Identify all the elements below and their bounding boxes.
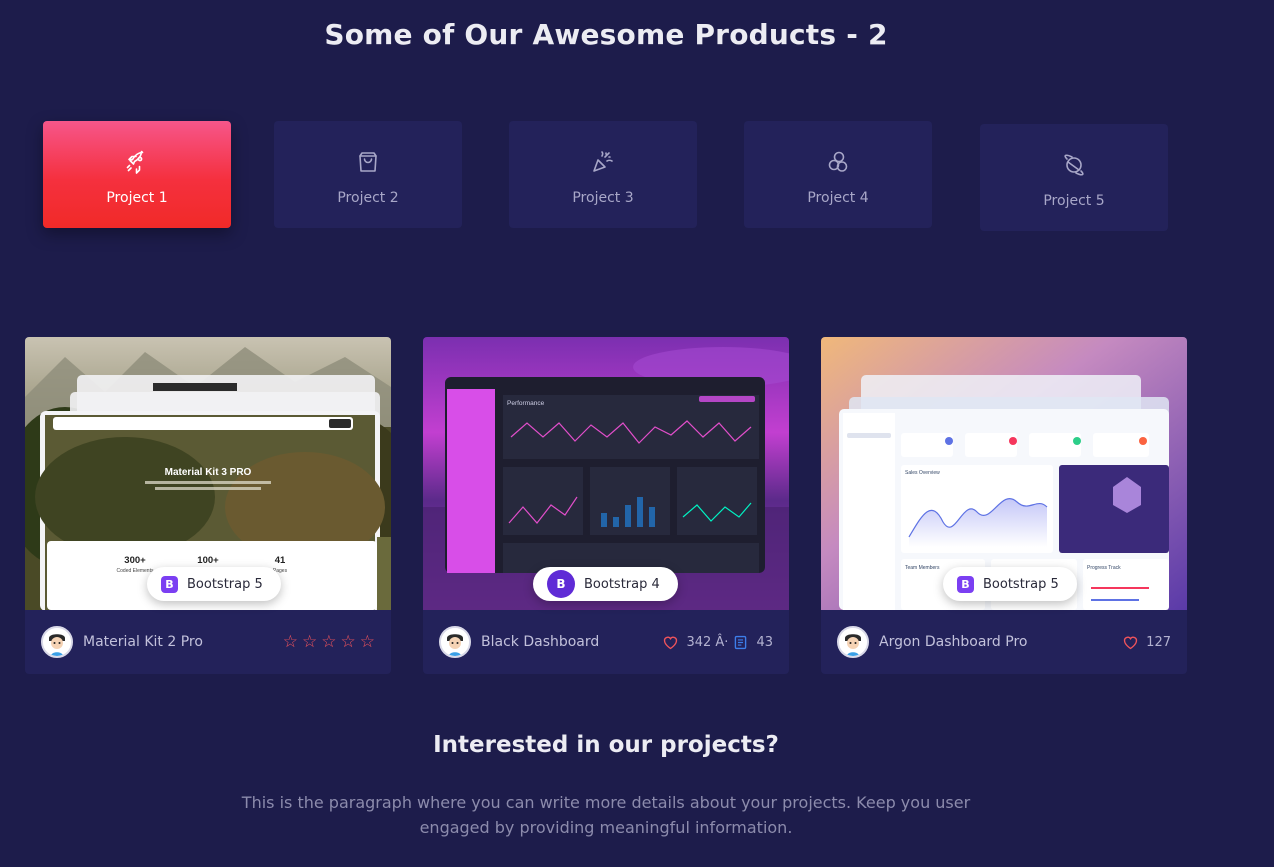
product-card-argon-dashboard[interactable]: Sales Overview Team Members Progress Tra… (821, 337, 1187, 674)
thumb-progress-heading: Progress Track (1087, 565, 1121, 571)
shopping-bag-icon (354, 148, 382, 176)
thumb-stat-value: 41 (275, 555, 286, 566)
cta-title: Interested in our projects? (433, 732, 779, 758)
bootstrap-icon: B (547, 570, 575, 598)
document-icon[interactable] (732, 634, 749, 651)
star-icon[interactable]: ☆ (341, 633, 356, 651)
rocket-icon (123, 148, 151, 176)
tab-project-1[interactable]: Project 1 (43, 121, 231, 228)
product-card-black-dashboard[interactable]: Performance B Bootstrap 4 Black Dashboar… (423, 337, 789, 674)
framework-badge: B Bootstrap 5 (943, 567, 1077, 601)
page-title: Some of Our Awesome Products - 2 (324, 18, 888, 51)
hexagons-icon (824, 148, 852, 176)
tab-label: Project 2 (337, 189, 399, 206)
likes-count: 342 Â· (686, 634, 729, 650)
tab-project-3[interactable]: Project 3 (509, 121, 697, 228)
star-icon[interactable]: ☆ (360, 633, 375, 651)
thumb-team-heading: Team Members (905, 565, 940, 571)
avatar (41, 626, 73, 658)
rating-stars[interactable]: ☆ ☆ ☆ ☆ ☆ (283, 633, 375, 651)
avatar (837, 626, 869, 658)
tab-label: Project 3 (572, 189, 634, 206)
bootstrap-icon: B (957, 575, 974, 593)
product-name[interactable]: Argon Dashboard Pro (879, 634, 1122, 650)
tab-project-2[interactable]: Project 2 (274, 121, 462, 228)
star-icon[interactable]: ☆ (283, 633, 298, 651)
tab-label: Project 1 (106, 189, 168, 206)
thumb-heading: Material Kit 3 PRO (165, 467, 252, 478)
tab-project-4[interactable]: Project 4 (744, 121, 932, 228)
thumb-stat-value: 300+ (124, 555, 146, 566)
card-footer: Material Kit 2 Pro ☆ ☆ ☆ ☆ ☆ (25, 610, 391, 674)
card-footer: Argon Dashboard Pro 127 (821, 610, 1187, 674)
heart-icon[interactable] (662, 634, 679, 651)
heart-icon[interactable] (1122, 634, 1139, 651)
star-icon[interactable]: ☆ (321, 633, 336, 651)
tab-label: Project 5 (1043, 192, 1105, 209)
likes-count: 127 (1146, 634, 1171, 650)
product-stats: 127 (1122, 634, 1171, 651)
product-name[interactable]: Black Dashboard (481, 634, 662, 650)
thumb-heading: Performance (507, 400, 545, 407)
party-popper-icon (589, 148, 617, 176)
cta-paragraph: This is the paragraph where you can writ… (241, 793, 971, 837)
card-footer: Black Dashboard 342 Â· 43 (423, 610, 789, 674)
thumb-stat-label: Coded Elements (117, 568, 154, 574)
bootstrap-icon: B (161, 575, 178, 593)
tab-project-5[interactable]: Project 5 (980, 124, 1168, 231)
framework-badge: B Bootstrap 5 (147, 567, 281, 601)
product-card-material-kit[interactable]: Material Kit 3 PRO 300+ Coded Elements 1… (25, 337, 391, 674)
framework-badge: B Bootstrap 4 (533, 567, 678, 601)
planet-icon (1060, 151, 1088, 179)
tab-label: Project 4 (807, 189, 869, 206)
thumb-stat-value: 100+ (197, 555, 219, 566)
avatar (439, 626, 471, 658)
star-icon[interactable]: ☆ (302, 633, 317, 651)
badge-label: Bootstrap 5 (983, 576, 1059, 592)
docs-count: 43 (756, 634, 773, 650)
badge-label: Bootstrap 4 (584, 576, 660, 592)
thumb-heading: Sales Overview (905, 470, 940, 476)
product-stats: 342 Â· 43 (662, 634, 773, 651)
badge-label: Bootstrap 5 (187, 576, 263, 592)
product-name[interactable]: Material Kit 2 Pro (83, 634, 283, 650)
